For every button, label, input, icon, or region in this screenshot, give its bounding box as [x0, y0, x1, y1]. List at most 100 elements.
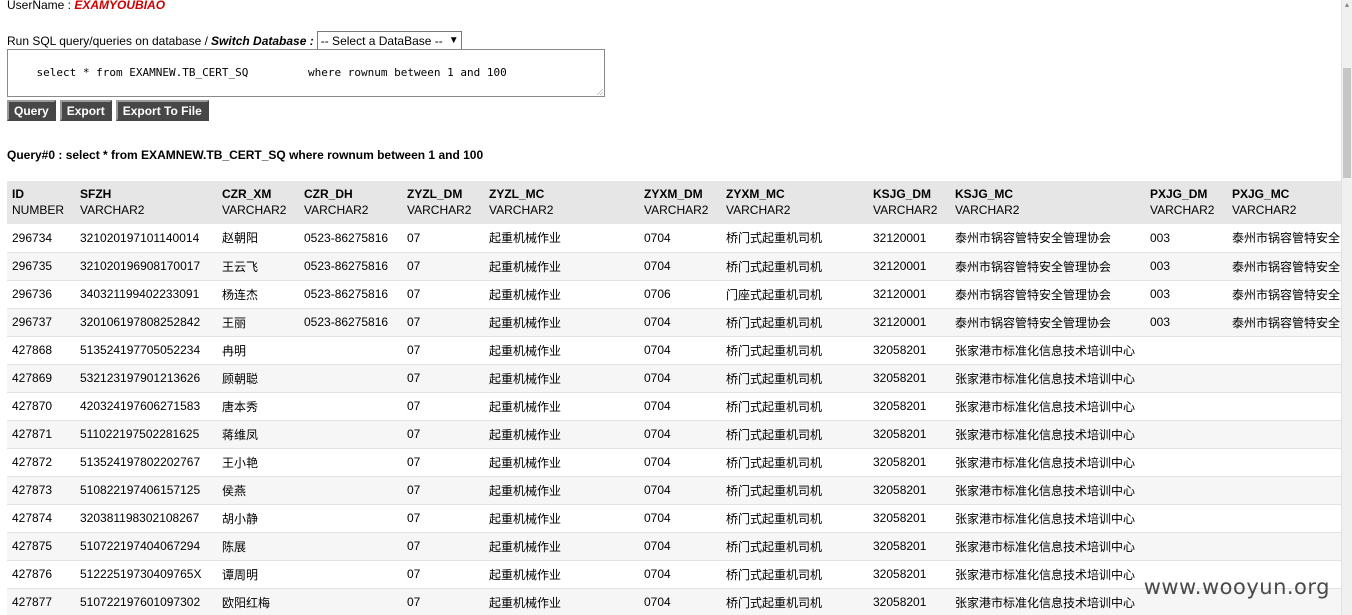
column-header: CZR_DH VARCHAR2	[299, 181, 402, 224]
column-header: ID NUMBER	[7, 181, 75, 224]
table-cell: 张家港市标准化信息技术培训中心	[950, 392, 1145, 421]
table-cell	[299, 392, 402, 421]
sql-query-textarea[interactable]: select * from EXAMNEW.TB_CERT_SQ where r…	[7, 49, 605, 97]
table-cell: 0523-86275816	[299, 280, 402, 309]
table-cell: 门座式起重机司机	[721, 280, 868, 309]
table-cell	[1145, 364, 1227, 393]
table-cell: 胡小静	[217, 504, 299, 533]
table-cell: 532123197901213626	[75, 364, 217, 393]
table-cell: 511022197502281625	[75, 420, 217, 449]
column-type: VARCHAR2	[304, 203, 369, 217]
table-cell: 07	[402, 364, 484, 393]
table-cell: 泰州市锅容管特安全管理协会	[950, 224, 1145, 253]
table-cell: 427869	[7, 364, 75, 393]
column-header: ZYZL_MC VARCHAR2	[484, 181, 639, 224]
table-cell: 296736	[7, 280, 75, 309]
table-cell	[299, 420, 402, 449]
table-cell: 296737	[7, 308, 75, 337]
scrollbar-thumb[interactable]	[1343, 68, 1351, 178]
table-cell: 32058201	[868, 476, 950, 505]
table-cell: 泰州市锅容管特安全	[1227, 252, 1342, 281]
table-cell: 张家港市标准化信息技术培训中心	[950, 504, 1145, 533]
table-cell: 王云飞	[217, 252, 299, 281]
table-cell: 起重机械作业	[484, 560, 639, 589]
table-cell: 321020197101140014	[75, 224, 217, 253]
table-cell	[1227, 364, 1342, 393]
export-button[interactable]: Export	[59, 100, 112, 121]
table-cell: 427873	[7, 476, 75, 505]
watermark: www.wooyun.org	[1143, 575, 1330, 599]
table-row: 427875 510722197404067294 陈展 07 起重机械作业 0704 桥门…	[7, 532, 1342, 561]
table-cell: 桥门式起重机司机	[721, 336, 868, 365]
table-cell: 07	[402, 224, 484, 253]
table-cell: 起重机械作业	[484, 392, 639, 421]
table-cell: 0704	[639, 532, 721, 561]
table-cell: 420324197606271583	[75, 392, 217, 421]
table-cell: 0523-86275816	[299, 224, 402, 253]
table-cell: 32120001	[868, 308, 950, 337]
table-cell: 蒋维凤	[217, 420, 299, 449]
table-cell: 321020196908170017	[75, 252, 217, 281]
table-cell	[1227, 448, 1342, 477]
table-cell	[1145, 448, 1227, 477]
database-select[interactable]: -- Select a DataBase -- ▼	[316, 31, 462, 50]
run-sql-label: Run SQL query/queries on database /	[7, 33, 209, 48]
table-cell: 起重机械作业	[484, 336, 639, 365]
column-type: NUMBER	[12, 203, 65, 217]
table-cell: 张家港市标准化信息技术培训中心	[950, 588, 1145, 615]
table-cell: 杨连杰	[217, 280, 299, 309]
column-name: ID	[12, 187, 24, 201]
column-type: VARCHAR2	[222, 203, 287, 217]
column-type: VARCHAR2	[80, 203, 145, 217]
table-cell: 0704	[639, 252, 721, 281]
table-cell: 07	[402, 588, 484, 615]
table-cell: 320381198302108267	[75, 504, 217, 533]
table-row: 427870 420324197606271583 唐本秀 07 起重机械作业 0704 桥…	[7, 392, 1342, 421]
table-cell: 泰州市锅容管特安全管理协会	[950, 252, 1145, 281]
table-cell: 0704	[639, 448, 721, 477]
table-cell	[1145, 532, 1227, 561]
table-cell: 07	[402, 560, 484, 589]
column-name: ZYZL_DM	[407, 187, 463, 201]
table-cell: 32058201	[868, 336, 950, 365]
table-cell: 桥门式起重机司机	[721, 308, 868, 337]
table-cell: 桥门式起重机司机	[721, 504, 868, 533]
table-cell: 427877	[7, 588, 75, 615]
table-cell: 427876	[7, 560, 75, 589]
table-body: 296734 321020197101140014 赵朝阳 0523-86275816…	[7, 224, 1342, 615]
table-cell	[1145, 504, 1227, 533]
query-button[interactable]: Query	[7, 100, 56, 121]
table-cell: 桥门式起重机司机	[721, 476, 868, 505]
table-cell: 起重机械作业	[484, 588, 639, 615]
table-cell: 0523-86275816	[299, 252, 402, 281]
table-cell: 07	[402, 392, 484, 421]
username-value: EXAMYOUBIAO	[74, 0, 166, 12]
table-cell	[1227, 476, 1342, 505]
results-grid: ID NUMBER SFZH VARCHAR2 CZR_XM VARCHAR2 CZR_DH…	[7, 181, 1342, 615]
table-cell: 张家港市标准化信息技术培训中心	[950, 448, 1145, 477]
username-label: UserName :	[7, 0, 75, 12]
table-cell: 桥门式起重机司机	[721, 224, 868, 253]
table-cell: 07	[402, 336, 484, 365]
export-to-file-button[interactable]: Export To File	[115, 100, 209, 121]
table-cell: 张家港市标准化信息技术培训中心	[950, 532, 1145, 561]
table-cell: 32058201	[868, 532, 950, 561]
results-table: ID NUMBER SFZH VARCHAR2 CZR_XM VARCHAR2 CZR_DH…	[7, 181, 1342, 615]
table-cell: 32058201	[868, 560, 950, 589]
table-cell: 07	[402, 252, 484, 281]
column-header: PXJG_MC VARCHAR2	[1227, 181, 1342, 224]
table-cell	[299, 476, 402, 505]
table-cell: 427875	[7, 532, 75, 561]
table-cell: 510722197601097302	[75, 588, 217, 615]
vertical-scrollbar[interactable]: ▲	[1341, 0, 1352, 615]
column-header: ZYXM_MC VARCHAR2	[721, 181, 868, 224]
resize-grip-icon[interactable]	[597, 89, 603, 95]
table-cell: 513524197802202767	[75, 448, 217, 477]
table-cell: 欧阳红梅	[217, 588, 299, 615]
table-cell	[299, 560, 402, 589]
table-row: 427868 513524197705052234 冉明 07 起重机械作业 0704 桥门…	[7, 336, 1342, 365]
table-cell: 张家港市标准化信息技术培训中心	[950, 364, 1145, 393]
scroll-up-icon[interactable]: ▲	[1343, 2, 1351, 9]
table-cell: 泰州市锅容管特安全管理协会	[950, 280, 1145, 309]
table-cell: 510722197404067294	[75, 532, 217, 561]
